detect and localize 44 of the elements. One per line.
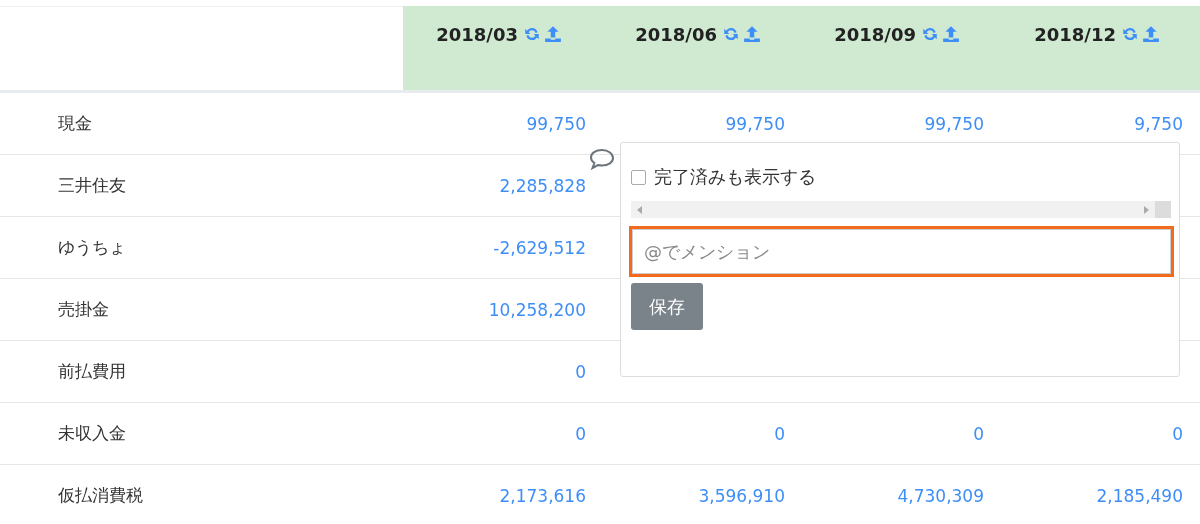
refresh-icon[interactable] bbox=[921, 25, 939, 43]
row-label: 三井住友 bbox=[57, 174, 127, 197]
amount-link[interactable]: 0 bbox=[575, 361, 586, 382]
save-button[interactable]: 保存 bbox=[631, 283, 703, 330]
scrollbar-corner bbox=[1155, 201, 1171, 218]
amount-link[interactable]: 10,258,200 bbox=[488, 299, 586, 320]
checkbox[interactable] bbox=[631, 169, 646, 185]
amount-link[interactable]: -2,629,512 bbox=[493, 237, 586, 258]
column-header: 2018/06 bbox=[635, 23, 717, 45]
amount-link[interactable]: 3,596,910 bbox=[698, 485, 785, 506]
row-label: 売掛金 bbox=[57, 298, 110, 321]
amount-link[interactable]: 0 bbox=[973, 423, 984, 444]
row-label: ゆうちょ bbox=[57, 236, 127, 259]
amount-link[interactable]: 2,173,616 bbox=[499, 485, 586, 506]
amount-link[interactable]: 4,730,309 bbox=[897, 485, 984, 506]
row-label: 未収入金 bbox=[57, 422, 127, 445]
column-header: 2018/09 bbox=[834, 23, 916, 45]
amount-link[interactable]: 9,750 bbox=[1134, 113, 1183, 134]
amount-link[interactable]: 2,185,490 bbox=[1096, 485, 1183, 506]
checkbox-label[interactable]: 完了済みも表示する bbox=[654, 165, 816, 189]
speech-bubble-icon[interactable] bbox=[588, 147, 616, 171]
mention-field[interactable]: @でメンション bbox=[629, 226, 1174, 277]
refresh-icon[interactable] bbox=[1121, 25, 1139, 43]
amount-link[interactable]: 0 bbox=[575, 423, 586, 444]
upload-icon[interactable] bbox=[942, 25, 960, 43]
scroll-left-icon[interactable] bbox=[637, 205, 643, 214]
row-label: 仮払消費税 bbox=[57, 484, 144, 507]
upload-icon[interactable] bbox=[544, 25, 562, 43]
amount-link[interactable]: 2,285,828 bbox=[499, 175, 586, 196]
row-label: 前払費用 bbox=[57, 360, 127, 383]
row-label: 現金 bbox=[57, 112, 93, 135]
horizontal-scrollbar[interactable] bbox=[631, 201, 1171, 218]
amount-link[interactable]: 99,750 bbox=[725, 113, 785, 134]
upload-icon[interactable] bbox=[1142, 25, 1160, 43]
amount-link[interactable]: 0 bbox=[774, 423, 785, 444]
refresh-icon[interactable] bbox=[523, 25, 541, 43]
amount-link[interactable]: 99,750 bbox=[924, 113, 984, 134]
amount-link[interactable]: 0 bbox=[1172, 423, 1183, 444]
refresh-icon[interactable] bbox=[722, 25, 740, 43]
upload-icon[interactable] bbox=[743, 25, 761, 43]
amount-link[interactable]: 99,750 bbox=[526, 113, 586, 134]
scroll-right-icon[interactable] bbox=[1143, 205, 1149, 214]
column-header: 2018/03 bbox=[436, 23, 518, 45]
column-header: 2018/12 bbox=[1034, 23, 1116, 45]
